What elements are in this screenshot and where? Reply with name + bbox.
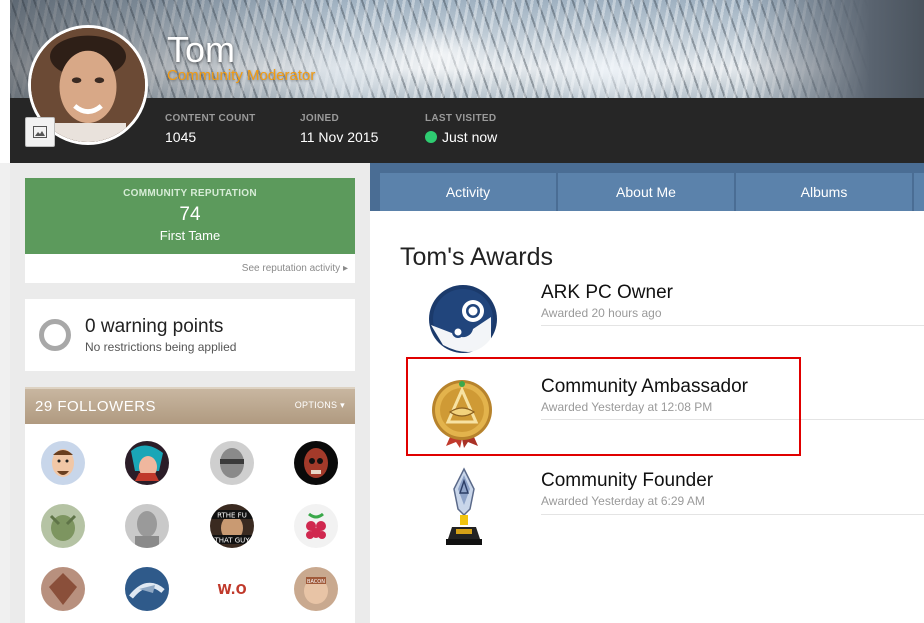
followers-title: 29 FOLLOWERS bbox=[35, 398, 157, 415]
follower-avatar[interactable]: W.O bbox=[210, 567, 254, 611]
followers-header: 29 FOLLOWERS OPTIONS ▾ bbox=[25, 387, 355, 424]
warning-ring-icon bbox=[39, 319, 71, 351]
follower-badge-text: W.O bbox=[217, 583, 246, 598]
tab-overflow[interactable] bbox=[914, 173, 924, 211]
profile-user-title: Community Moderator bbox=[167, 67, 316, 84]
stat-joined: JOINED 11 Nov 2015 bbox=[300, 113, 378, 145]
stat-label: LAST VISITED bbox=[425, 113, 497, 124]
follower-avatar[interactable] bbox=[125, 441, 169, 485]
follower-badge-text: THAT GUY bbox=[213, 537, 250, 545]
award-highlight-box bbox=[406, 357, 801, 456]
follower-badge-text: RTHE FU bbox=[217, 512, 247, 520]
stat-value: 1045 bbox=[165, 129, 197, 145]
follower-avatar[interactable] bbox=[41, 504, 85, 548]
stat-last-visited: LAST VISITED Just now bbox=[425, 113, 497, 145]
reputation-label: COMMUNITY REPUTATION bbox=[123, 188, 257, 199]
reputation-link-label: See reputation activity bbox=[241, 263, 341, 274]
follower-avatar[interactable] bbox=[294, 504, 338, 548]
followers-options-button[interactable]: OPTIONS ▾ bbox=[295, 400, 345, 411]
awards-heading: Tom's Awards bbox=[400, 243, 553, 271]
steam-award-icon bbox=[429, 285, 497, 353]
reputation-rank: First Tame bbox=[159, 228, 221, 243]
follower-avatar[interactable] bbox=[294, 441, 338, 485]
tab-activity[interactable]: Activity bbox=[380, 173, 556, 211]
award-date: Awarded Yesterday at 6:29 AM bbox=[541, 494, 705, 508]
follower-badge-text: BACON bbox=[307, 579, 325, 585]
online-status-icon bbox=[425, 131, 437, 143]
stat-label: JOINED bbox=[300, 113, 340, 124]
award-name[interactable]: Community Founder bbox=[541, 470, 713, 492]
tab-label: Albums bbox=[800, 184, 848, 200]
stat-value: 11 Nov 2015 bbox=[300, 129, 379, 145]
chevron-right-icon: ▸ bbox=[342, 263, 348, 274]
image-icon bbox=[33, 126, 47, 138]
change-cover-photo-button[interactable] bbox=[25, 117, 55, 147]
reputation-card: COMMUNITY REPUTATION 74 First Tame See r… bbox=[25, 178, 355, 283]
left-margin bbox=[0, 0, 10, 163]
warning-restrictions: No restrictions being applied bbox=[85, 340, 237, 354]
warning-card: 0 warning points No restrictions being a… bbox=[25, 299, 355, 371]
award-date: Awarded 20 hours ago bbox=[541, 306, 662, 320]
award-divider bbox=[541, 514, 924, 515]
follower-avatar[interactable] bbox=[210, 441, 254, 485]
stat-label: CONTENT COUNT bbox=[165, 113, 256, 124]
follower-avatar[interactable]: RTHE FU THAT GUY bbox=[210, 504, 254, 548]
last-visited-value: Just now bbox=[442, 129, 498, 145]
warning-points: 0 warning points bbox=[85, 316, 224, 337]
tab-label: Activity bbox=[445, 184, 491, 200]
followers-options-label: OPTIONS bbox=[294, 400, 338, 410]
tab-albums[interactable]: Albums bbox=[736, 173, 912, 211]
stat-value: Just now bbox=[425, 129, 497, 145]
reputation-value: 74 bbox=[179, 204, 201, 225]
founder-trophy-icon bbox=[446, 467, 482, 545]
follower-avatar[interactable]: BACON bbox=[294, 567, 338, 611]
follower-avatar[interactable] bbox=[41, 567, 85, 611]
caret-down-icon: ▾ bbox=[340, 400, 345, 410]
reputation-box: COMMUNITY REPUTATION 74 First Tame bbox=[25, 178, 355, 254]
tab-label: About Me bbox=[616, 184, 676, 200]
follower-avatar[interactable] bbox=[125, 567, 169, 611]
follower-avatar[interactable] bbox=[125, 504, 169, 548]
follower-avatar[interactable] bbox=[41, 441, 85, 485]
stat-content-count: CONTENT COUNT 1045 bbox=[165, 113, 256, 145]
award-name[interactable]: ARK PC Owner bbox=[541, 282, 673, 304]
tab-about-me[interactable]: About Me bbox=[558, 173, 734, 211]
award-divider bbox=[541, 325, 924, 326]
reputation-activity-link[interactable]: See reputation activity ▸ bbox=[25, 254, 355, 274]
profile-name: Tom bbox=[167, 29, 236, 70]
